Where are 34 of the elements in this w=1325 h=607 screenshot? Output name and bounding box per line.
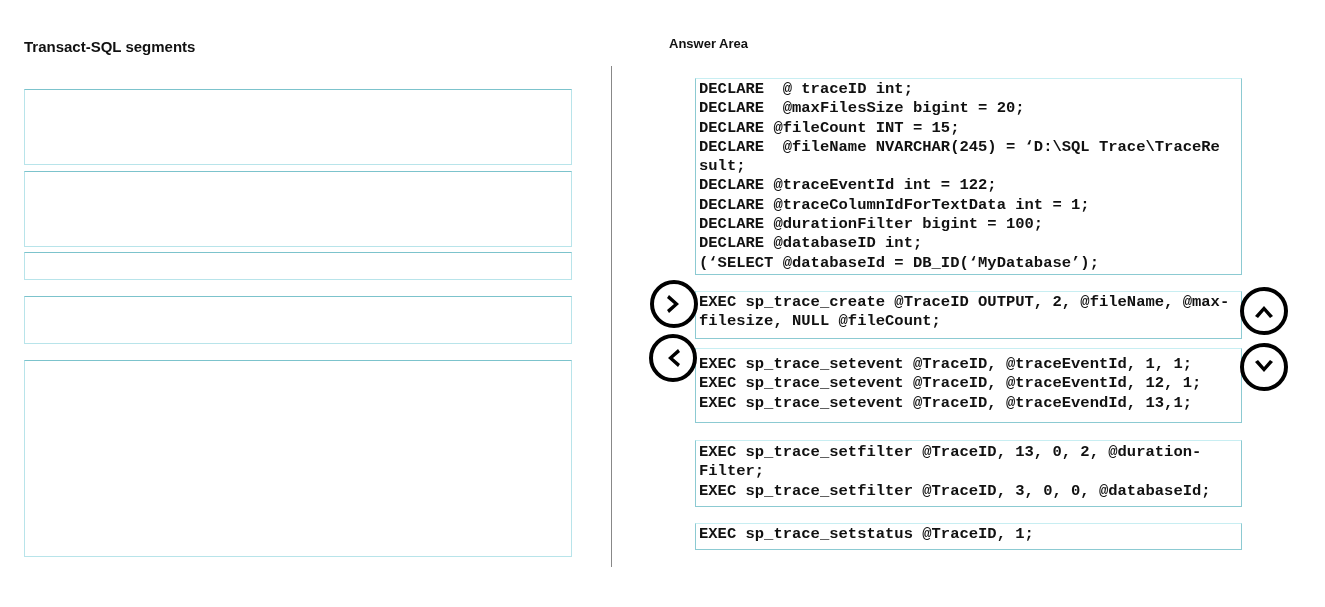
code-block[interactable]: EXEC sp_trace_setfilter @TraceID, 13, 0, 2, @duration- Filter; EXEC sp_trace_setfilter @TraceID, 3, 0, 0, @databaseId; bbox=[695, 440, 1242, 507]
code-line: DECLARE @traceColumnIdForTextData int = 1; bbox=[699, 195, 1091, 216]
code-line: (‘SELECT @databaseId = DB_ID(‘MyDatabase’); bbox=[699, 253, 1100, 273]
panel-title: Answer Area bbox=[669, 36, 749, 52]
code-line: EXEC sp_trace_setevent @TraceID, @traceEventId, 1, 1; bbox=[699, 355, 1193, 375]
code-line: DECLARE @durationFilter bigint = 100; bbox=[699, 215, 1045, 235]
code-line: DECLARE @ traceID int; bbox=[699, 80, 914, 100]
code-line: EXEC sp_trace_setevent @TraceID, @traceEvendId, 13,1; bbox=[699, 393, 1193, 413]
chevron-up-icon bbox=[1255, 306, 1273, 318]
code-line: EXEC sp_trace_setstatus @TraceID, 1; bbox=[699, 525, 1035, 545]
panel-title: Transact-SQL segments bbox=[24, 38, 197, 56]
code-block[interactable]: EXEC sp_trace_create @TraceID OUTPUT, 2, @fileName, @max- filesize, NULL @fileCount; bbox=[695, 291, 1242, 339]
move-right-button[interactable] bbox=[650, 280, 698, 328]
move-down-button[interactable] bbox=[1240, 343, 1288, 391]
code-line: sult; bbox=[699, 157, 747, 177]
code-line: EXEC sp_trace_create @TraceID OUTPUT, 2, @fileName, @max- bbox=[699, 293, 1231, 313]
code-line: EXEC sp_trace_setevent @TraceID, @traceEventId, 12, 1; bbox=[699, 374, 1203, 394]
chevron-left-icon bbox=[668, 349, 680, 367]
code-line: Filter; bbox=[699, 462, 766, 482]
chevron-right-icon bbox=[667, 295, 679, 313]
code-line: DECLARE @fileCount INT = 15; bbox=[699, 118, 961, 138]
code-line: EXEC sp_trace_setfilter @TraceID, 13, 0, 2, @duration- bbox=[699, 443, 1203, 463]
code-line: EXEC sp_trace_setfilter @TraceID, 3, 0, 0, @databaseId; bbox=[699, 481, 1212, 501]
code-block[interactable]: EXEC sp_trace_setevent @TraceID, @traceEventId, 1, 1; EXEC sp_trace_setevent @TraceID, @traceEventId, 12, 1; EXEC sp_trace_setevent @TraceID, @traceEvendId, 13,1; bbox=[695, 348, 1242, 423]
chevron-down-icon bbox=[1255, 360, 1273, 372]
code-block[interactable]: EXEC sp_trace_setstatus @TraceID, 1; bbox=[695, 523, 1242, 550]
code-block[interactable] bbox=[695, 78, 1242, 275]
move-up-button[interactable] bbox=[1240, 287, 1288, 335]
code-line: DECLARE @databaseID int; bbox=[699, 234, 924, 254]
move-left-button[interactable] bbox=[649, 334, 697, 382]
code-line: DECLARE @fileName NVARCHAR(245) = ‘D:\SQL Trace\TraceRe bbox=[699, 137, 1221, 158]
code-line: DECLARE @maxFilesSize bigint = 20; bbox=[699, 99, 1026, 119]
code-line: DECLARE @traceEventId int = 122; bbox=[699, 176, 998, 196]
code-line: filesize, NULL @fileCount; bbox=[699, 312, 942, 332]
